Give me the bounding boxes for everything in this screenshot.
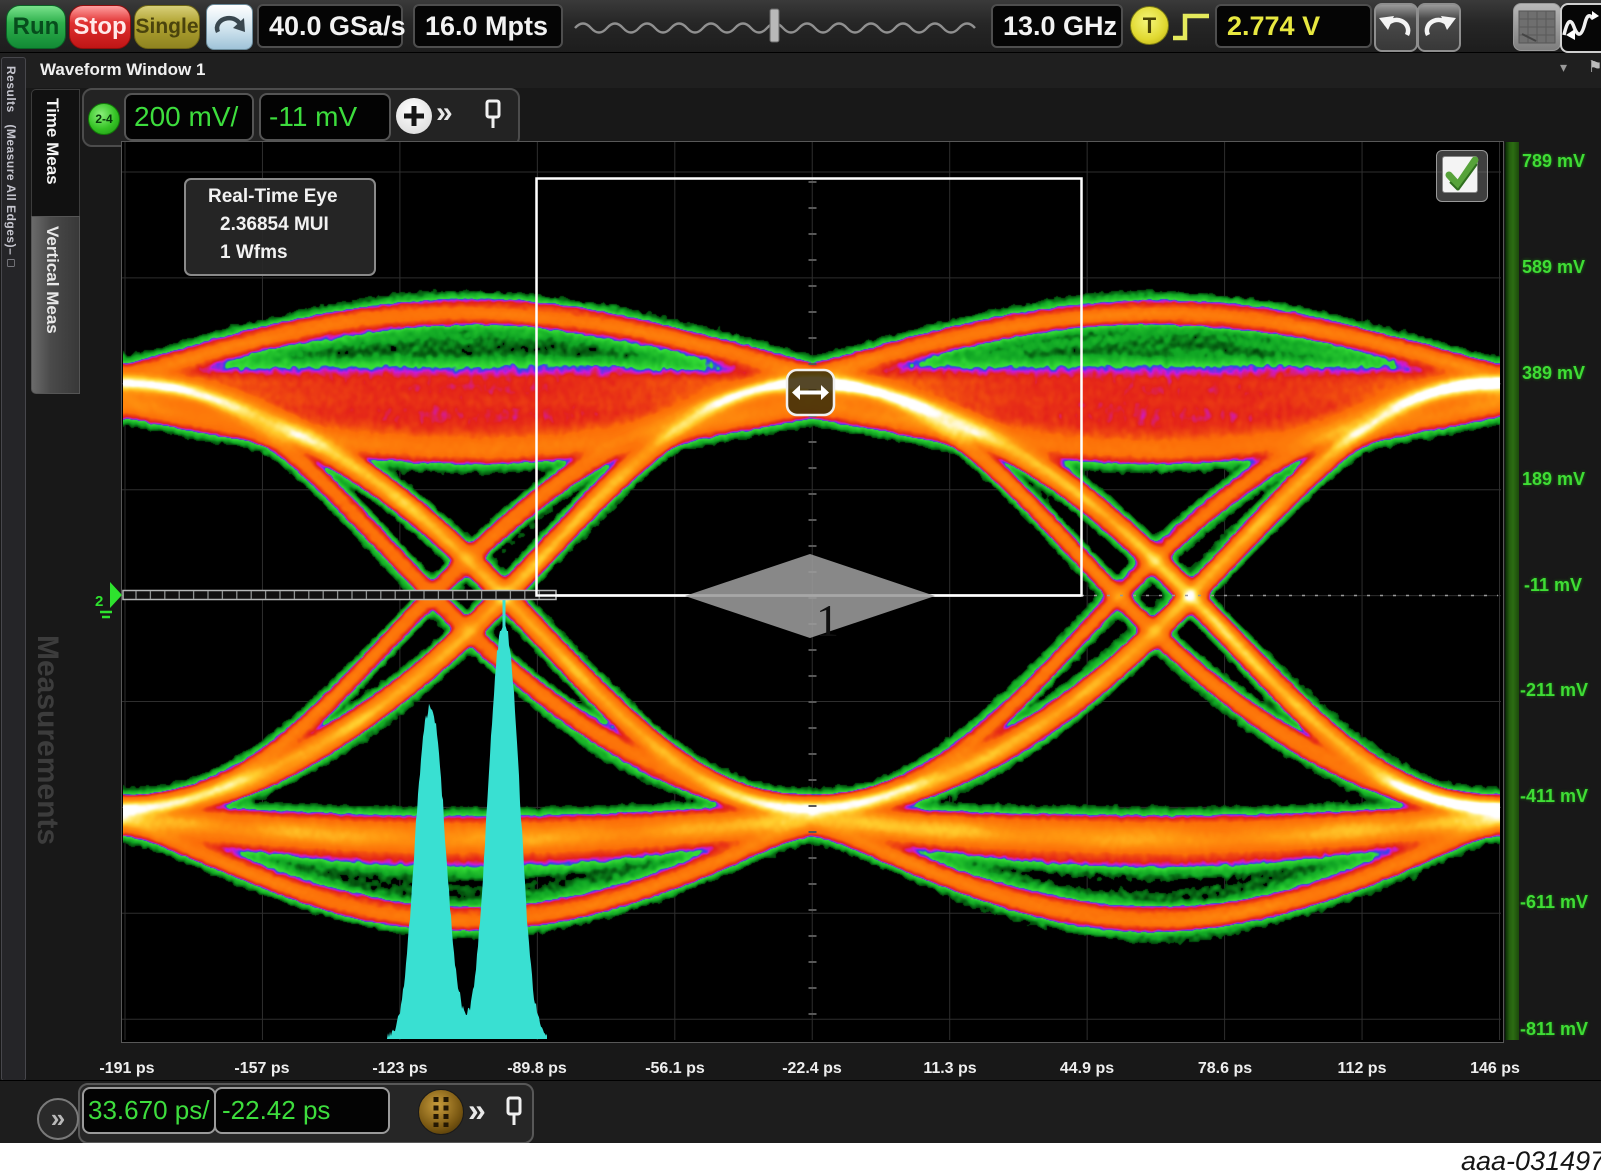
svg-text:2: 2 <box>95 593 103 610</box>
svg-text:1: 1 <box>816 595 839 646</box>
